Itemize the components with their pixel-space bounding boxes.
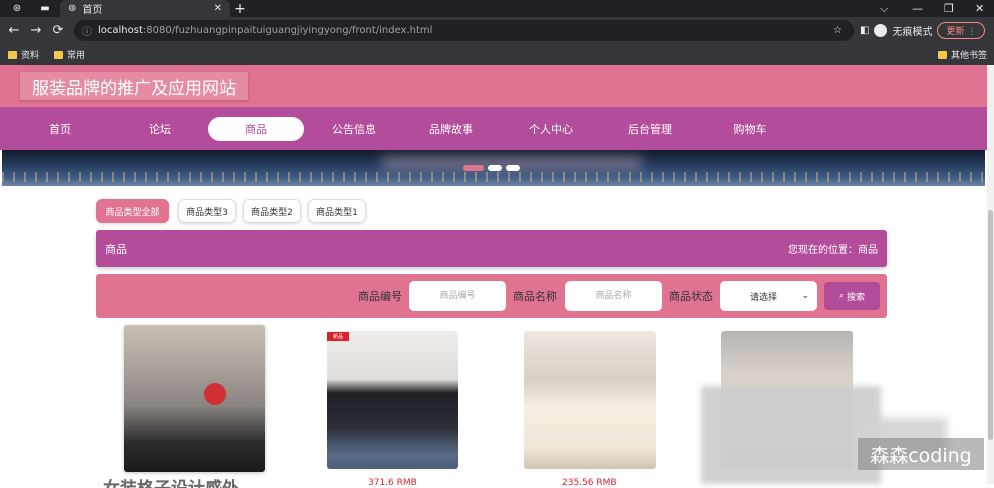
browser-tab-active[interactable]: ⊛ 首页 ✕ (60, 0, 230, 17)
side-panel-icon[interactable]: ◧ (860, 25, 869, 36)
category-2-button[interactable]: 商品类型2 (243, 199, 301, 223)
close-window-button[interactable]: ✕ (975, 0, 984, 17)
scrollbar-thumb[interactable] (988, 210, 993, 440)
carousel-dot[interactable] (488, 165, 502, 171)
watermark-label: 森森coding (858, 438, 984, 470)
pinned-tab[interactable]: ▬ (32, 0, 58, 17)
chrome-icon: ⊛ (68, 3, 77, 14)
product-price-2: 371.6 RMB (368, 478, 417, 488)
bookmark-folder[interactable]: 常用 (54, 44, 85, 65)
url-host: localhost (98, 25, 143, 36)
folder-icon (938, 50, 947, 59)
name-input[interactable] (565, 281, 662, 311)
window-icon: ▬ (40, 3, 50, 14)
new-tab-button[interactable]: + (232, 0, 248, 17)
search-icon: ⌕ (838, 291, 845, 301)
nav-goods[interactable]: 商品 (208, 117, 304, 141)
product-image-2[interactable] (327, 331, 458, 469)
restore-button[interactable]: ❐ (944, 0, 954, 17)
bookmarks-bar (0, 44, 994, 65)
status-select-value: 请选择 (750, 292, 778, 303)
carousel-dot-active[interactable] (463, 165, 484, 171)
incognito-icon[interactable] (874, 24, 888, 37)
reload-button[interactable]: ⟳ (48, 17, 68, 44)
address-bar[interactable]: ⓘ localhost:8080/fuzhuangpinpaituiguangj… (74, 20, 854, 41)
product-image-1[interactable] (124, 325, 265, 472)
product-title-1[interactable]: 女装格子设计感外 (103, 474, 239, 488)
blurred-region (701, 386, 881, 484)
nav-notice[interactable]: 公告信息 (324, 117, 384, 141)
incognito-label: 无痕模式 (892, 27, 933, 38)
update-button[interactable]: 更新 ⋮ (937, 22, 986, 39)
section-title: 商品 (105, 242, 127, 256)
search-button[interactable]: ⌕ 搜索 (824, 282, 880, 310)
status-select[interactable]: 请选择 ⌄ (720, 281, 817, 311)
forward-button[interactable]: → (26, 17, 46, 44)
pinned-tab[interactable]: ⊛ (4, 0, 30, 17)
nav-home[interactable]: 首页 (30, 117, 90, 141)
nav-personal-center[interactable]: 个人中心 (521, 117, 581, 141)
category-3-button[interactable]: 商品类型3 (178, 199, 236, 223)
section-bar: 商品 您现在的位置：商品 (96, 230, 887, 267)
nav-forum[interactable]: 论坛 (130, 117, 190, 141)
bookmark-label: 资料 (21, 51, 40, 61)
url-path: :8080/fuzhuangpinpaituiguangjiyingyong/f… (142, 25, 433, 36)
site-title: 服装品牌的推广及应用网站 (20, 72, 248, 100)
update-label: 更新 (946, 27, 965, 37)
tab-title: 首页 (82, 5, 103, 16)
banner-city-lights (2, 172, 985, 182)
info-icon: ⓘ (82, 27, 92, 38)
chrome-icon: ⊛ (12, 3, 22, 14)
back-button[interactable]: ← (4, 17, 24, 44)
code-label: 商品编号 (358, 290, 402, 303)
other-bookmarks[interactable]: 其他书签 (938, 44, 987, 65)
search-button-label: 搜索 (847, 292, 866, 303)
category-1-button[interactable]: 商品类型1 (308, 199, 366, 223)
product-image-3[interactable] (524, 331, 656, 469)
bookmark-label: 其他书签 (951, 51, 988, 61)
bookmark-folder[interactable]: 资料 (8, 44, 39, 65)
minimize-button[interactable]: — (912, 0, 923, 17)
chevron-down-icon: ⌄ (801, 291, 809, 301)
location-breadcrumb: 您现在的位置：商品 (788, 245, 878, 256)
bookmark-label: 常用 (67, 51, 86, 61)
category-all-button[interactable]: 商品类型全部 (96, 199, 169, 223)
cursor-highlight (204, 383, 226, 405)
close-tab-icon[interactable]: ✕ (214, 3, 222, 14)
product-price-3: 235.56 RMB (562, 478, 617, 488)
new-badge: 新品 (327, 332, 349, 341)
bookmark-star-icon[interactable]: ☆ (833, 25, 842, 36)
status-label: 商品状态 (669, 290, 713, 303)
nav-cart[interactable]: 购物车 (720, 117, 780, 141)
folder-icon (54, 50, 63, 59)
carousel-dot[interactable] (506, 165, 520, 171)
code-input[interactable] (409, 281, 506, 311)
nav-admin[interactable]: 后台管理 (620, 117, 680, 141)
nav-brand-story[interactable]: 品牌故事 (421, 117, 481, 141)
tab-search-icon[interactable]: ⌵ (880, 0, 888, 17)
name-label: 商品名称 (513, 290, 557, 303)
folder-icon (8, 50, 17, 59)
